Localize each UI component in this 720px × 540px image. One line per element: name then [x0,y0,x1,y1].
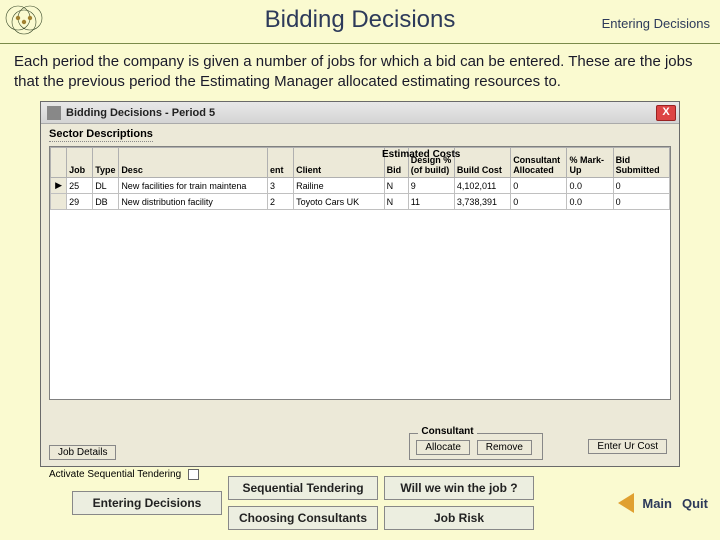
cell-type[interactable]: DL [93,178,119,194]
cell-bid[interactable]: N [384,178,408,194]
col-job: Job [67,148,93,178]
cell-bid[interactable]: N [384,194,408,210]
grid-header-row: Job Type Desc ent Client Bid Design % (o… [51,148,670,178]
col-markup: % Mark-Up [567,148,613,178]
table-row[interactable]: ▶ 25 DL New facilities for train mainten… [51,178,670,194]
enter-cost-button[interactable]: Enter Ur Cost [588,439,667,454]
sector-descriptions-link[interactable]: Sector Descriptions [49,128,153,142]
row-selector-icon[interactable]: ▶ [51,178,67,194]
cell-ent[interactable]: 2 [268,194,294,210]
consultant-group-title: Consultant [418,426,476,437]
allocate-button[interactable]: Allocate [416,440,470,455]
brand-logo [4,2,124,42]
col-desc: Desc [119,148,268,178]
estimated-costs-label: Estimated Costs [382,147,460,160]
bidding-window: Bidding Decisions - Period 5 X Sector De… [40,101,680,467]
back-arrow-icon[interactable] [618,493,634,513]
remove-button[interactable]: Remove [477,440,532,455]
col-consult: Consultant Allocated [511,148,567,178]
cell-build[interactable]: 4,102,011 [454,178,510,194]
page-header: Bidding Decisions Entering Decisions [0,0,720,44]
cell-build[interactable]: 3,738,391 [454,194,510,210]
page-subtitle: Entering Decisions [602,16,710,31]
cell-consult[interactable]: 0 [511,178,567,194]
cell-markup[interactable]: 0.0 [567,194,613,210]
nav-quit[interactable]: Quit [682,496,708,511]
nav-sequential-tendering[interactable]: Sequential Tendering [228,476,378,500]
nav-job-risk[interactable]: Job Risk [384,506,534,530]
cell-bid-submitted[interactable]: 0 [613,178,669,194]
consultant-group: Consultant Allocate Remove [409,433,543,460]
col-bid-submitted: Bid Submitted [613,148,669,178]
close-icon[interactable]: X [656,105,676,121]
row-selector-icon[interactable] [51,194,67,210]
cell-consult[interactable]: 0 [511,194,567,210]
sector-link-row: Sector Descriptions [41,124,679,142]
col-type: Type [93,148,119,178]
cell-client[interactable]: Railine [294,178,384,194]
job-details-button[interactable]: Job Details [49,445,116,460]
nav-entering-decisions[interactable]: Entering Decisions [72,491,222,515]
window-title: Bidding Decisions - Period 5 [66,107,656,119]
cell-client[interactable]: Toyoto Cars UK [294,194,384,210]
cell-desc[interactable]: New distribution facility [119,194,268,210]
window-titlebar: Bidding Decisions - Period 5 X [41,102,679,124]
cell-design[interactable]: 9 [408,178,454,194]
col-build: Build Cost [454,148,510,178]
cell-type[interactable]: DB [93,194,119,210]
table-row[interactable]: 29 DB New distribution facility 2 Toyoto… [51,194,670,210]
cell-ent[interactable]: 3 [268,178,294,194]
col-ent: ent [268,148,294,178]
nav-choosing-consultants[interactable]: Choosing Consultants [228,506,378,530]
col-client: Client [294,148,384,178]
cell-markup[interactable]: 0.0 [567,178,613,194]
intro-text: Each period the company is given a numbe… [0,44,720,97]
cell-job[interactable]: 29 [67,194,93,210]
cell-design[interactable]: 11 [408,194,454,210]
cell-job[interactable]: 25 [67,178,93,194]
window-bottom-bar: Job Details Consultant Allocate Remove E… [49,445,671,460]
window-app-icon [47,106,61,120]
nav-main[interactable]: Main [642,496,672,511]
cell-bid-submitted[interactable]: 0 [613,194,669,210]
jobs-grid: Estimated Costs Job Type Desc ent Client… [49,146,671,400]
bottom-nav: Entering Decisions Sequential Tendering … [0,476,720,530]
cell-desc[interactable]: New facilities for train maintena [119,178,268,194]
nav-will-we-win[interactable]: Will we win the job ? [384,476,534,500]
